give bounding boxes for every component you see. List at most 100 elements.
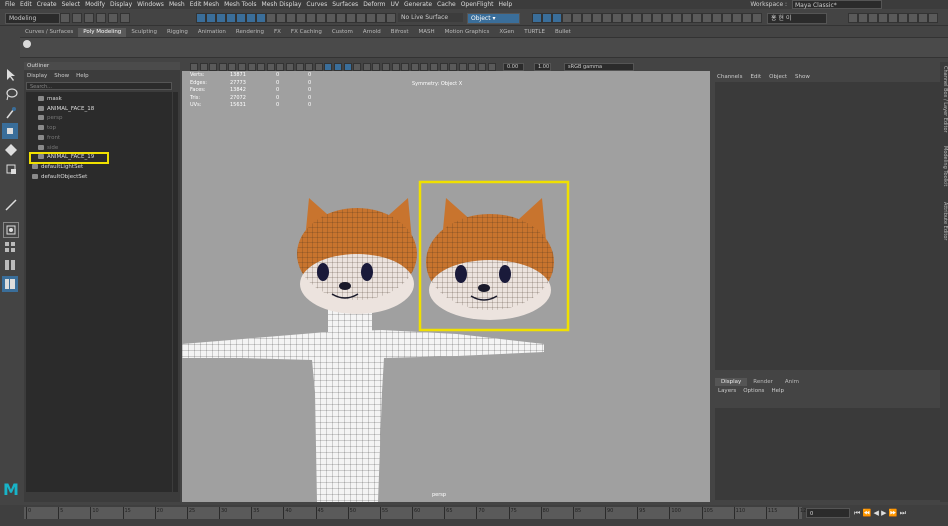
status-tool-icon[interactable]	[878, 13, 888, 23]
outliner-scrollbar[interactable]	[173, 92, 178, 492]
menu-edit-mesh[interactable]: Edit Mesh	[190, 0, 219, 9]
layout-side-button[interactable]	[3, 258, 17, 272]
status-tool-icon[interactable]	[742, 13, 752, 23]
menu-surfaces[interactable]: Surfaces	[332, 0, 358, 9]
shelf-tab-animation[interactable]: Animation	[193, 28, 231, 37]
color-space-dropdown[interactable]: sRGB gamma	[564, 63, 634, 71]
outliner-menu-help[interactable]: Help	[76, 73, 89, 79]
status-tool-icon[interactable]	[306, 13, 316, 23]
play-forward-icon[interactable]: ▶	[881, 509, 886, 517]
current-frame-field[interactable]: 0	[806, 508, 850, 518]
layout-single-button[interactable]	[3, 222, 19, 238]
menu-create[interactable]: Create	[37, 0, 57, 9]
outliner-item[interactable]: top	[38, 124, 56, 133]
scale-tool-icon[interactable]	[4, 162, 18, 176]
go-to-start-icon[interactable]: ⏮	[854, 509, 860, 517]
menu-generate[interactable]: Generate	[404, 0, 432, 9]
status-tool-icon[interactable]	[316, 13, 326, 23]
outliner-item[interactable]: ANIMAL_FACE_18	[38, 105, 94, 114]
viewport-tool-icon[interactable]	[410, 63, 419, 71]
viewport-tool-icon[interactable]	[430, 63, 438, 71]
viewport-tool-icon[interactable]	[343, 63, 352, 71]
lasso-tool-icon[interactable]	[4, 87, 18, 101]
paint-select-icon[interactable]	[4, 106, 18, 120]
menu-mesh-display[interactable]: Mesh Display	[262, 0, 302, 9]
channel-menu-object[interactable]: Object	[769, 74, 787, 80]
status-tool-icon[interactable]	[592, 13, 602, 23]
status-tool-icon[interactable]	[376, 13, 386, 23]
status-tool-icon[interactable]	[326, 13, 336, 23]
status-tool-icon[interactable]	[692, 13, 702, 23]
outliner-layout-button[interactable]	[2, 276, 18, 292]
shelf-tab-fx-caching[interactable]: FX Caching	[286, 28, 327, 37]
status-tool-icon[interactable]	[296, 13, 306, 23]
step-forward-icon[interactable]: ⏩	[889, 509, 898, 517]
status-tool-icon[interactable]	[532, 13, 542, 23]
viewport-tool-icon[interactable]	[478, 63, 486, 71]
status-tool-icon[interactable]	[928, 13, 938, 23]
menu-help[interactable]: Help	[498, 0, 512, 9]
menu-cache[interactable]: Cache	[437, 0, 456, 9]
status-tool-icon[interactable]	[908, 13, 918, 23]
viewport-tool-icon[interactable]	[199, 63, 208, 71]
status-tool-icon[interactable]	[286, 13, 296, 23]
object-mode-dropdown[interactable]: Object ▾	[467, 13, 520, 24]
viewport-tool-icon[interactable]	[324, 63, 333, 71]
menu-mesh[interactable]: Mesh	[169, 0, 185, 9]
step-back-icon[interactable]: ⏪	[863, 509, 872, 517]
viewport-3d[interactable]: persp	[182, 62, 710, 502]
viewport-tool-icon[interactable]	[382, 63, 390, 71]
shelf-tab-sculpting[interactable]: Sculpting	[126, 28, 162, 37]
status-tool-icon[interactable]	[60, 13, 70, 23]
viewport-tool-icon[interactable]	[295, 63, 304, 71]
status-tool-icon[interactable]	[622, 13, 632, 23]
status-tool-icon[interactable]	[848, 13, 858, 23]
viewport-tool-icon[interactable]	[487, 63, 496, 71]
viewport-tool-icon[interactable]	[209, 63, 218, 71]
last-tool-icon[interactable]	[4, 198, 18, 212]
rotate-tool-icon[interactable]	[4, 143, 18, 157]
status-tool-icon[interactable]	[266, 13, 276, 23]
viewport-tool-icon[interactable]	[314, 63, 323, 71]
status-tool-icon[interactable]	[868, 13, 878, 23]
layer-tab-render[interactable]: Render	[747, 378, 779, 386]
outliner-item[interactable]: front	[38, 134, 60, 143]
channel-menu-show[interactable]: Show	[795, 74, 810, 80]
viewport-tool-icon[interactable]	[468, 63, 477, 71]
status-tool-icon[interactable]	[356, 13, 366, 23]
status-tool-icon[interactable]	[672, 13, 682, 23]
menu-mesh-tools[interactable]: Mesh Tools	[224, 0, 256, 9]
menu-uv[interactable]: UV	[391, 0, 400, 9]
menu-file[interactable]: File	[5, 0, 15, 9]
outliner-item[interactable]: defaultLightSet	[32, 163, 83, 172]
shelf-tab-motion-graphics[interactable]: Motion Graphics	[440, 28, 495, 37]
status-tool-icon[interactable]	[336, 13, 346, 23]
status-tool-icon[interactable]	[652, 13, 662, 23]
menu-display[interactable]: Display	[110, 0, 132, 9]
layer-menu-help[interactable]: Help	[771, 388, 784, 394]
status-tool-icon[interactable]	[246, 13, 256, 23]
shelf-icon[interactable]	[23, 40, 31, 48]
move-tool-button[interactable]	[2, 123, 18, 139]
viewport-tool-icon[interactable]	[266, 63, 275, 71]
outliner-menu-show[interactable]: Show	[54, 73, 69, 79]
channel-menu-edit[interactable]: Edit	[750, 74, 761, 80]
status-tool-icon[interactable]	[582, 13, 592, 23]
shelf-tab-bullet[interactable]: Bullet	[550, 28, 576, 37]
status-tool-icon[interactable]	[276, 13, 286, 23]
viewport-tool-icon[interactable]	[286, 63, 294, 71]
layer-tab-anim[interactable]: Anim	[779, 378, 805, 386]
status-tool-icon[interactable]	[918, 13, 928, 23]
user-account[interactable]: 홍 현 이	[767, 13, 827, 24]
menu-select[interactable]: Select	[62, 0, 81, 9]
gamma-field[interactable]: 1.00	[534, 63, 551, 71]
menu-modify[interactable]: Modify	[85, 0, 105, 9]
status-tool-icon[interactable]	[346, 13, 356, 23]
status-tool-icon[interactable]	[712, 13, 722, 23]
shelf-tab-xgen[interactable]: XGen	[494, 28, 519, 37]
select-tool-icon[interactable]	[4, 68, 18, 82]
status-tool-icon[interactable]	[236, 13, 246, 23]
status-tool-icon[interactable]	[386, 13, 396, 23]
viewport-tool-icon[interactable]	[334, 63, 342, 71]
status-tool-icon[interactable]	[542, 13, 552, 23]
